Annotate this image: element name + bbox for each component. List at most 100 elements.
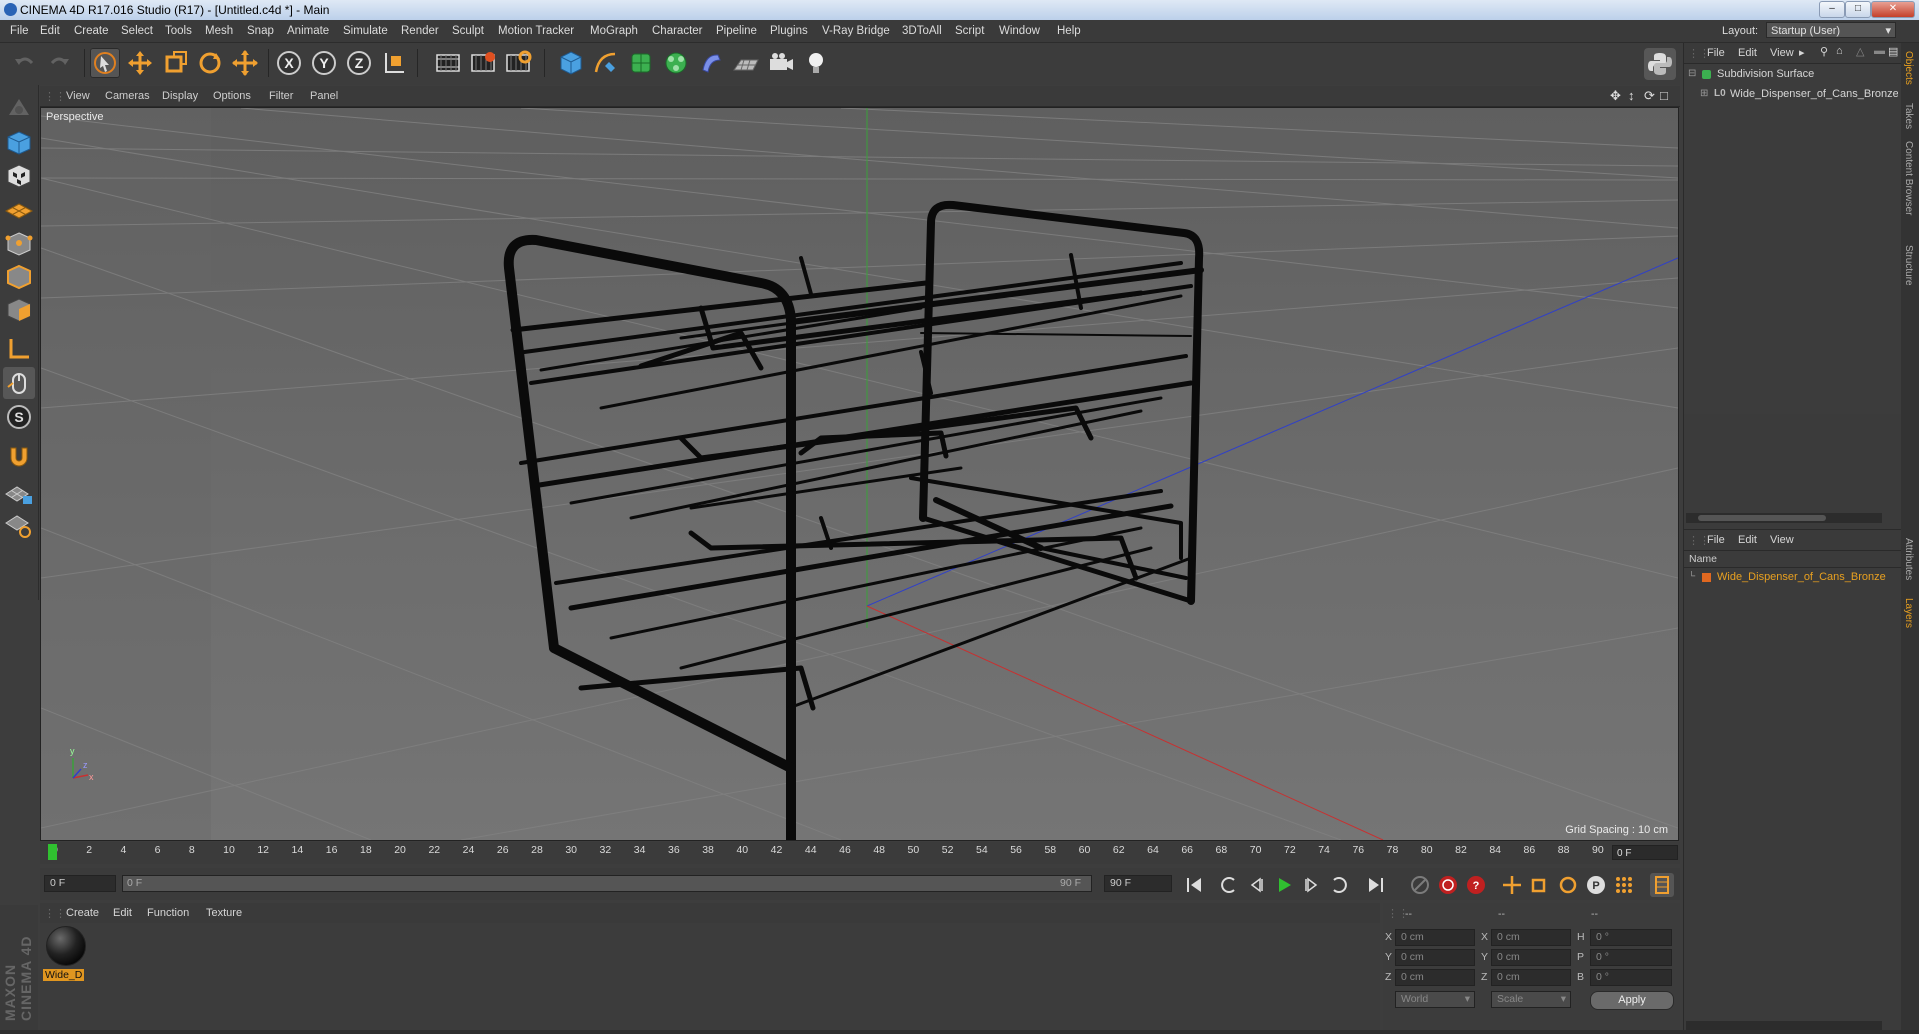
current-frame-field[interactable]: 0 F [1612, 845, 1678, 860]
menu-tools[interactable]: Tools [165, 25, 192, 37]
render-view-button[interactable] [433, 48, 463, 78]
tree-item-subdivision-surface[interactable]: ⊟ Subdivision Surface [1688, 68, 1898, 83]
scale-tool-button[interactable] [160, 48, 190, 78]
menu-sculpt[interactable]: Sculpt [452, 25, 484, 37]
live-selection-button[interactable] [90, 48, 120, 78]
playhead-marker[interactable] [48, 844, 57, 860]
tree-item-wide-dispenser[interactable]: ⊞ L0 Wide_Dispenser_of_Cans_Bronze [1688, 88, 1898, 103]
viewport-menu-panel[interactable]: Panel [310, 90, 338, 102]
viewport-zoom-icon[interactable]: ↕ [1628, 88, 1635, 103]
keyframe-selection-button[interactable]: ? [1464, 873, 1488, 897]
planar-workplane-button[interactable] [3, 509, 35, 541]
menu-mograph[interactable]: MoGraph [590, 25, 638, 37]
texture-mode-button[interactable] [3, 160, 35, 192]
play-forward-button[interactable] [1272, 873, 1296, 897]
transform-tool-button[interactable] [230, 48, 260, 78]
menu-edit[interactable]: Edit [40, 25, 60, 37]
menu-pipeline[interactable]: Pipeline [716, 25, 757, 37]
size-z-field[interactable]: 0 cm [1491, 969, 1571, 986]
maximize-button[interactable]: □ [1845, 1, 1871, 18]
panel-options-icon[interactable]: ▤ [1888, 45, 1898, 58]
spline-pen-icon[interactable] [591, 48, 621, 78]
scale-key-button[interactable] [1528, 873, 1552, 897]
menu-character[interactable]: Character [652, 25, 703, 37]
floor-scene-icon[interactable] [731, 48, 761, 78]
point-level-animation-button[interactable] [1612, 873, 1636, 897]
snapping-button[interactable]: S [3, 401, 35, 433]
menu-simulate[interactable]: Simulate [343, 25, 388, 37]
menu-3dtoall[interactable]: 3DToAll [902, 25, 942, 37]
tab-objects[interactable]: Objects [1903, 51, 1914, 85]
end-frame-field[interactable]: 90 F [1104, 875, 1172, 892]
layer-item[interactable]: └ Wide_Dispenser_of_Cans_Bronze [1688, 571, 1900, 586]
layers-menu-view[interactable]: View [1770, 534, 1794, 546]
magnet-tool-button[interactable] [3, 440, 35, 472]
menu-animate[interactable]: Animate [287, 25, 329, 37]
next-frame-button[interactable] [1300, 873, 1324, 897]
layer-color-swatch[interactable] [1702, 573, 1711, 582]
previous-frame-button[interactable] [1244, 873, 1268, 897]
pos-x-field[interactable]: 0 cm [1395, 929, 1475, 946]
menu-render[interactable]: Render [401, 25, 439, 37]
python-script-button[interactable] [1644, 48, 1676, 80]
light-bulb-icon[interactable] [801, 48, 831, 78]
make-editable-button[interactable] [3, 93, 35, 125]
parameter-key-button[interactable]: P [1584, 873, 1608, 897]
size-y-field[interactable]: 0 cm [1491, 949, 1571, 966]
collapse-icon[interactable]: ▬ [1874, 45, 1885, 57]
frame-range-slider[interactable]: 0 F 90 F [122, 875, 1092, 892]
viewport-move-icon[interactable]: ✥ [1610, 88, 1621, 104]
collapse-toggle-icon[interactable]: ⊟ [1688, 68, 1696, 79]
viewport-menu-view[interactable]: View [66, 90, 90, 102]
tab-attributes[interactable]: Attributes [1903, 538, 1914, 580]
3d-viewport[interactable]: y x z Perspective Grid Spacing : 10 cm [40, 107, 1679, 841]
menu-mesh[interactable]: Mesh [205, 25, 233, 37]
rot-p-field[interactable]: 0 ° [1590, 949, 1672, 966]
up-icon[interactable]: △ [1856, 45, 1864, 58]
enable-axis-button[interactable] [3, 333, 35, 365]
layout-select[interactable]: Startup (User) ▾ [1766, 22, 1896, 38]
more-menu-arrow-icon[interactable]: ▸ [1799, 46, 1805, 59]
timeline-track[interactable]: 0246810121416182022242628303234363840424… [48, 842, 1613, 864]
size-x-field[interactable]: 0 cm [1491, 929, 1571, 946]
go-to-start-button[interactable] [1182, 873, 1206, 897]
y-axis-lock-button[interactable]: Y [309, 48, 339, 78]
menu-snap[interactable]: Snap [247, 25, 274, 37]
material-menu-edit[interactable]: Edit [113, 907, 132, 919]
timeline-ruler[interactable]: 0246810121416182022242628303234363840424… [40, 842, 1680, 864]
tweak-mode-button[interactable] [3, 367, 35, 399]
viewport-menu-options[interactable]: Options [213, 90, 251, 102]
subdivision-surface-icon[interactable] [626, 48, 656, 78]
points-mode-button[interactable] [3, 228, 35, 260]
deformer-icon[interactable] [696, 48, 726, 78]
autokeying-button[interactable] [1436, 873, 1460, 897]
menu-motion-tracker[interactable]: Motion Tracker [498, 25, 574, 37]
menu-create[interactable]: Create [74, 25, 109, 37]
tab-content-browser[interactable]: Content Browser [1903, 141, 1914, 215]
objects-menu-view[interactable]: View [1770, 47, 1794, 59]
viewport-maximize-icon[interactable]: □ [1660, 88, 1668, 103]
viewport-menu-cameras[interactable]: Cameras [105, 90, 150, 102]
viewport-menu-filter[interactable]: Filter [269, 90, 293, 102]
objects-menu-edit[interactable]: Edit [1738, 47, 1757, 59]
position-key-button[interactable] [1500, 873, 1524, 897]
rotate-tool-button[interactable] [195, 48, 225, 78]
workplane-mode-button[interactable] [3, 193, 35, 225]
x-axis-lock-button[interactable]: X [274, 48, 304, 78]
material-menu-create[interactable]: Create [66, 907, 99, 919]
render-settings-button[interactable] [503, 48, 533, 78]
pos-y-field[interactable]: 0 cm [1395, 949, 1475, 966]
home-icon[interactable]: ⌂ [1836, 45, 1843, 57]
objects-menu-file[interactable]: File [1707, 47, 1725, 59]
viewport-rotate-icon[interactable]: ⟳ [1644, 88, 1655, 104]
tab-takes[interactable]: Takes [1903, 103, 1914, 129]
go-to-end-button[interactable] [1364, 873, 1388, 897]
object-manager-hscrollbar[interactable] [1686, 513, 1882, 523]
undo-button[interactable] [10, 48, 40, 78]
start-frame-field[interactable]: 0 F [44, 875, 116, 892]
scrollbar-thumb[interactable] [1698, 515, 1826, 521]
previous-key-button[interactable] [1216, 873, 1240, 897]
viewport-menu-display[interactable]: Display [162, 90, 198, 102]
tab-structure[interactable]: Structure [1903, 245, 1914, 286]
cube-object-icon[interactable] [556, 48, 586, 78]
